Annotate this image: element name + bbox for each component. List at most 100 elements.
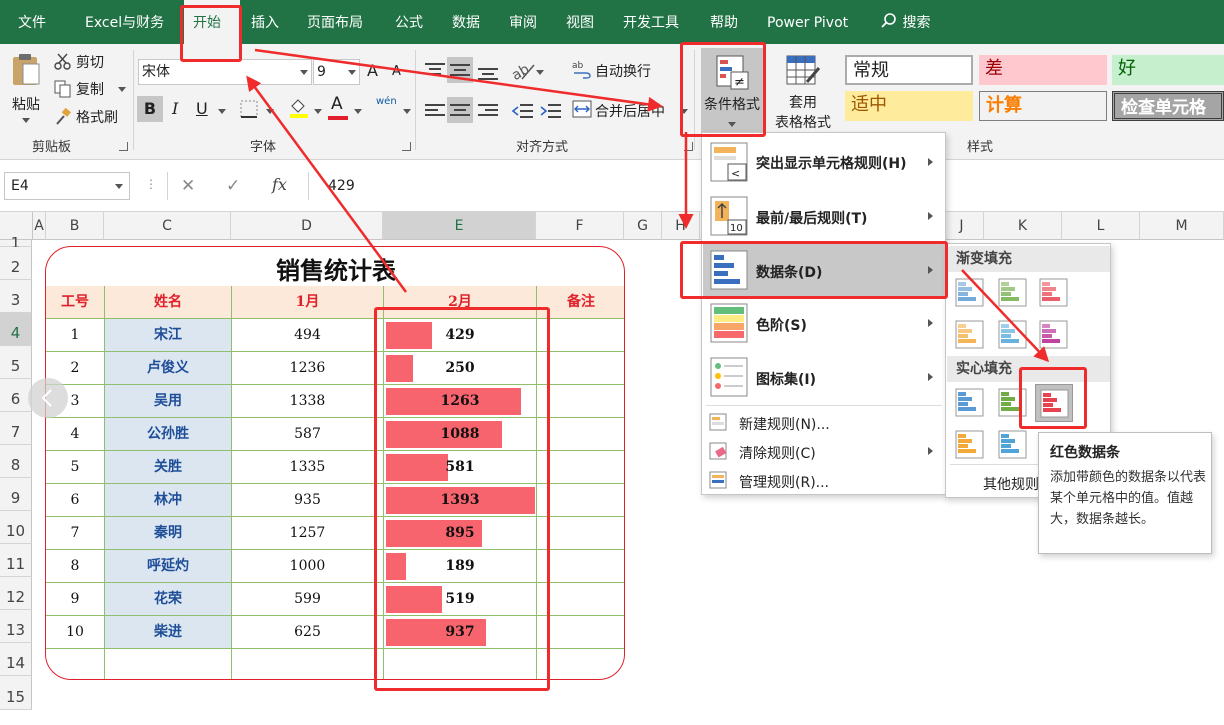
row-header-14[interactable]: 14	[0, 643, 32, 676]
grow-font-button[interactable]: A	[367, 61, 378, 80]
style-neutral[interactable]: 适中	[845, 91, 973, 121]
column-header-a[interactable]: A	[33, 212, 46, 240]
bold-button[interactable]: B	[137, 96, 163, 122]
tab-data[interactable]: 数据	[452, 0, 480, 44]
table-cell-remark[interactable]	[537, 550, 624, 583]
table-cell-id[interactable]: 8	[46, 550, 105, 583]
clipboard-dialog-launcher[interactable]	[119, 142, 128, 151]
format-painter-button[interactable]: 格式刷	[54, 107, 134, 127]
table-row[interactable]: 7 秦明 1257 895	[46, 517, 624, 550]
table-cell-jan[interactable]: 1257	[232, 517, 384, 550]
tab-file[interactable]: 文件	[18, 0, 46, 44]
table-cell-remark[interactable]	[537, 319, 624, 352]
table-cell-jan[interactable]: 1000	[232, 550, 384, 583]
font-color-button[interactable]: A	[328, 94, 350, 122]
chevron-down-icon[interactable]	[218, 109, 226, 114]
tab-page-layout[interactable]: 页面布局	[307, 0, 363, 44]
table-cell-feb[interactable]: 519	[384, 583, 537, 616]
table-cell-name[interactable]: 公孙胜	[105, 418, 232, 451]
tab-formulas[interactable]: 公式	[395, 0, 423, 44]
increase-indent-icon[interactable]	[540, 102, 562, 122]
table-row[interactable]: 6 林冲 935 1393	[46, 484, 624, 517]
column-header-f[interactable]: F	[536, 212, 624, 240]
style-check-cell[interactable]: 检查单元格	[1112, 91, 1224, 121]
table-cell-id[interactable]: 10	[46, 616, 105, 649]
table-cell-feb[interactable]: 895	[384, 517, 537, 550]
search-box[interactable]: 搜索	[880, 0, 930, 44]
table-cell-remark[interactable]	[537, 385, 624, 418]
cut-button[interactable]: 剪切	[54, 52, 124, 72]
tab-home[interactable]: 开始	[184, 0, 240, 44]
alignment-dialog-launcher[interactable]	[684, 142, 693, 151]
decrease-indent-icon[interactable]	[512, 102, 534, 122]
column-header-k[interactable]: K	[984, 212, 1062, 240]
menu-item-clear-rules[interactable]: 清除规则(C)	[702, 437, 945, 465]
phonetic-button[interactable]: wén	[376, 96, 397, 107]
table-cell-remark[interactable]	[537, 418, 624, 451]
underline-button[interactable]: U	[196, 99, 208, 118]
swatch-solid-5[interactable]	[998, 430, 1028, 460]
fill-color-icon[interactable]	[288, 96, 310, 118]
swatch-gradient-2[interactable]	[998, 278, 1028, 308]
cancel-icon[interactable]: ✕	[181, 176, 195, 196]
table-cell-remark[interactable]	[537, 352, 624, 385]
table-cell-name[interactable]: 关胜	[105, 451, 232, 484]
table-cell-id[interactable]: 7	[46, 517, 105, 550]
swatch-solid-2[interactable]	[998, 388, 1028, 418]
tab-developer[interactable]: 开发工具	[623, 0, 679, 44]
column-header-e[interactable]: E	[383, 212, 536, 240]
menu-item-highlight-rules[interactable]: < 突出显示单元格规则(H)	[702, 133, 945, 189]
style-good[interactable]: 好	[1112, 55, 1224, 85]
table-row[interactable]: 3 吴用 1338 1263	[46, 385, 624, 418]
row-header-9[interactable]: 9	[0, 478, 32, 511]
tab-help[interactable]: 帮助	[710, 0, 738, 44]
column-header-c[interactable]: C	[104, 212, 231, 240]
column-header-d[interactable]: D	[231, 212, 383, 240]
copy-button[interactable]: 复制	[54, 79, 134, 99]
tab-insert[interactable]: 插入	[251, 0, 279, 44]
menu-item-data-bars[interactable]: 数据条(D)	[703, 244, 946, 297]
table-row[interactable]: 10 柴进 625 937	[46, 616, 624, 649]
chevron-down-icon[interactable]	[266, 109, 274, 114]
column-header-m[interactable]: M	[1140, 212, 1224, 240]
table-row[interactable]: 1 宋江 494 429	[46, 319, 624, 352]
column-header-h[interactable]: H	[662, 212, 700, 240]
table-cell-remark[interactable]	[537, 451, 624, 484]
align-left-icon[interactable]	[424, 102, 446, 122]
table-cell-feb[interactable]: 581	[384, 451, 537, 484]
style-normal[interactable]: 常规	[845, 55, 973, 85]
table-cell-remark[interactable]	[537, 616, 624, 649]
table-row[interactable]: 4 公孙胜 587 1088	[46, 418, 624, 451]
align-middle-icon[interactable]	[447, 57, 473, 83]
table-cell-jan[interactable]: 1338	[232, 385, 384, 418]
row-header-3[interactable]: 3	[0, 280, 32, 313]
row-header-11[interactable]: 11	[0, 544, 32, 577]
formula-input[interactable]: 429	[328, 178, 355, 194]
font-name-select[interactable]: 宋体	[138, 59, 312, 85]
table-cell-feb[interactable]: 250	[384, 352, 537, 385]
table-row[interactable]: 8 呼延灼 1000 189	[46, 550, 624, 583]
table-cell-id[interactable]: 9	[46, 583, 105, 616]
style-bad[interactable]: 差	[979, 55, 1107, 85]
menu-item-icon-sets[interactable]: 图标集(I)	[702, 351, 945, 404]
align-bottom-icon[interactable]	[477, 61, 499, 81]
align-right-icon[interactable]	[477, 102, 499, 122]
swatch-gradient-1[interactable]	[955, 278, 985, 308]
merge-center-button[interactable]: 合并后居中	[572, 99, 690, 121]
swatch-solid-3[interactable]	[1035, 384, 1073, 422]
table-cell-name[interactable]: 花荣	[105, 583, 232, 616]
table-cell-name[interactable]: 吴用	[105, 385, 232, 418]
tab-power-pivot[interactable]: Power Pivot	[767, 0, 848, 44]
tab-review[interactable]: 审阅	[509, 0, 537, 44]
column-header-b[interactable]: B	[46, 212, 104, 240]
align-top-icon[interactable]	[424, 61, 446, 81]
row-header-13[interactable]: 13	[0, 610, 32, 643]
conditional-formatting-button[interactable]: ≠ 条件格式	[701, 48, 763, 132]
table-cell-jan[interactable]: 935	[232, 484, 384, 517]
swatch-gradient-6[interactable]	[1039, 320, 1069, 350]
tab-excel-finance[interactable]: Excel与财务	[85, 0, 164, 44]
table-cell-feb[interactable]: 937	[384, 616, 537, 649]
row-header-4[interactable]: 4	[0, 313, 32, 346]
table-cell-id[interactable]: 5	[46, 451, 105, 484]
table-cell-name[interactable]: 林冲	[105, 484, 232, 517]
